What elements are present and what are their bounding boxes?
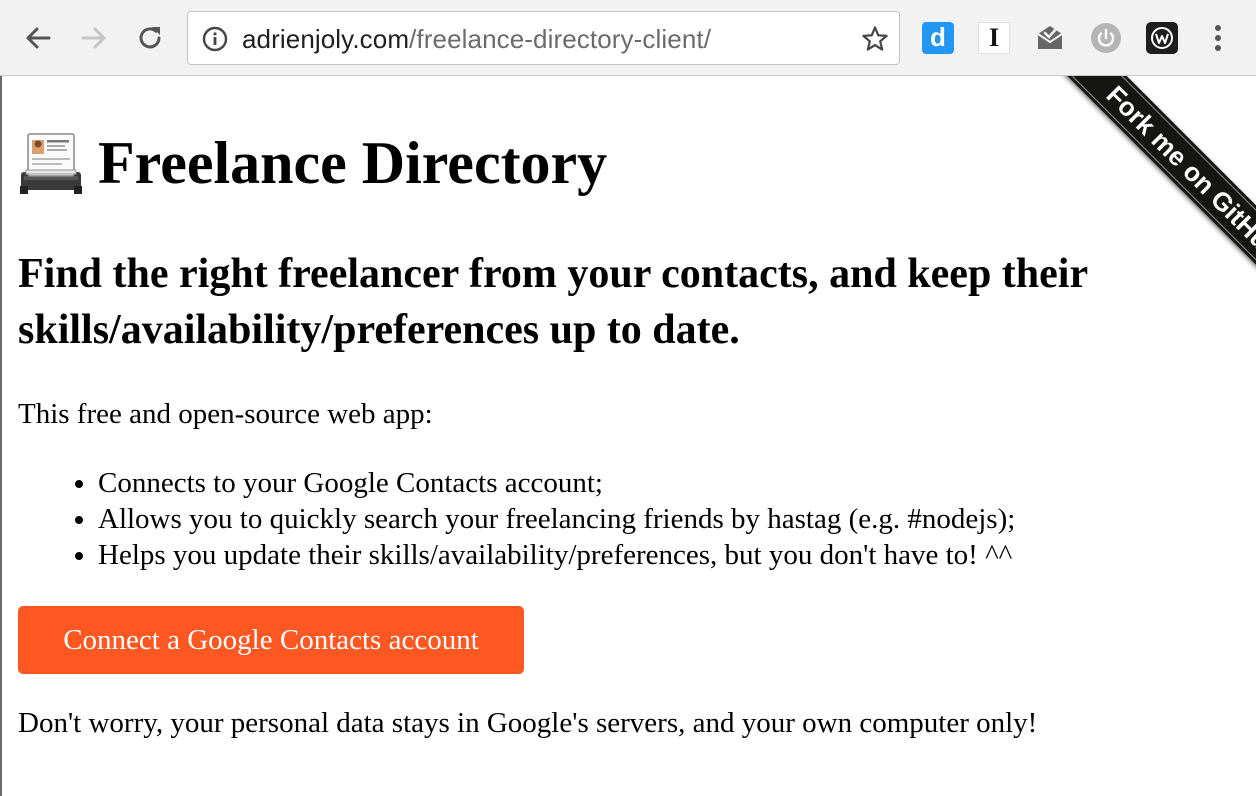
url-text[interactable]: adrienjoly.com/freelance-directory-clien… <box>242 23 711 55</box>
back-button[interactable] <box>20 20 56 56</box>
reload-button[interactable] <box>132 20 168 56</box>
url-path: /freelance-directory-client/ <box>409 24 712 54</box>
power-extension-icon[interactable] <box>1090 22 1122 54</box>
url-domain: adrienjoly.com <box>242 24 410 54</box>
page-title: Freelance Directory <box>98 130 608 196</box>
browser-toolbar: adrienjoly.com/freelance-directory-clien… <box>0 0 1256 76</box>
reload-icon <box>139 27 161 49</box>
title-row: Freelance Directory <box>18 123 607 203</box>
feature-item: Helps you update their skills/availabili… <box>98 537 1015 573</box>
w-extension-icon[interactable] <box>1146 22 1178 54</box>
feature-item: Connects to your Google Contacts account… <box>98 465 1015 501</box>
intro-text: This free and open-source web app: <box>18 398 433 430</box>
address-bar[interactable]: adrienjoly.com/freelance-directory-clien… <box>187 11 900 65</box>
rolodex-logo-icon <box>20 133 82 194</box>
mail-check-extension-icon[interactable] <box>1034 22 1066 54</box>
extension-d-icon[interactable]: d <box>922 22 954 54</box>
more-vertical-icon <box>1215 25 1221 51</box>
feature-item: Allows you to quickly search your freela… <box>98 501 1015 537</box>
privacy-note: Don't worry, your personal data stays in… <box>18 707 1038 739</box>
arrow-left-icon <box>26 27 51 49</box>
fork-me-on-github-ribbon[interactable]: Fork me on GitHub <box>1037 76 1256 330</box>
feature-list: Connects to your Google Contacts account… <box>18 465 1015 573</box>
forward-button[interactable] <box>76 20 112 56</box>
arrow-right-icon <box>81 27 106 49</box>
info-icon[interactable] <box>202 26 228 52</box>
browser-menu-button[interactable] <box>1206 22 1230 54</box>
fork-ribbon-container: Fork me on GitHub <box>956 76 1256 376</box>
window-edge <box>0 76 2 796</box>
star-bookmark-icon[interactable] <box>861 25 889 53</box>
connect-google-contacts-button[interactable]: Connect a Google Contacts account <box>18 606 524 674</box>
extension-i-icon[interactable]: I <box>978 22 1010 54</box>
